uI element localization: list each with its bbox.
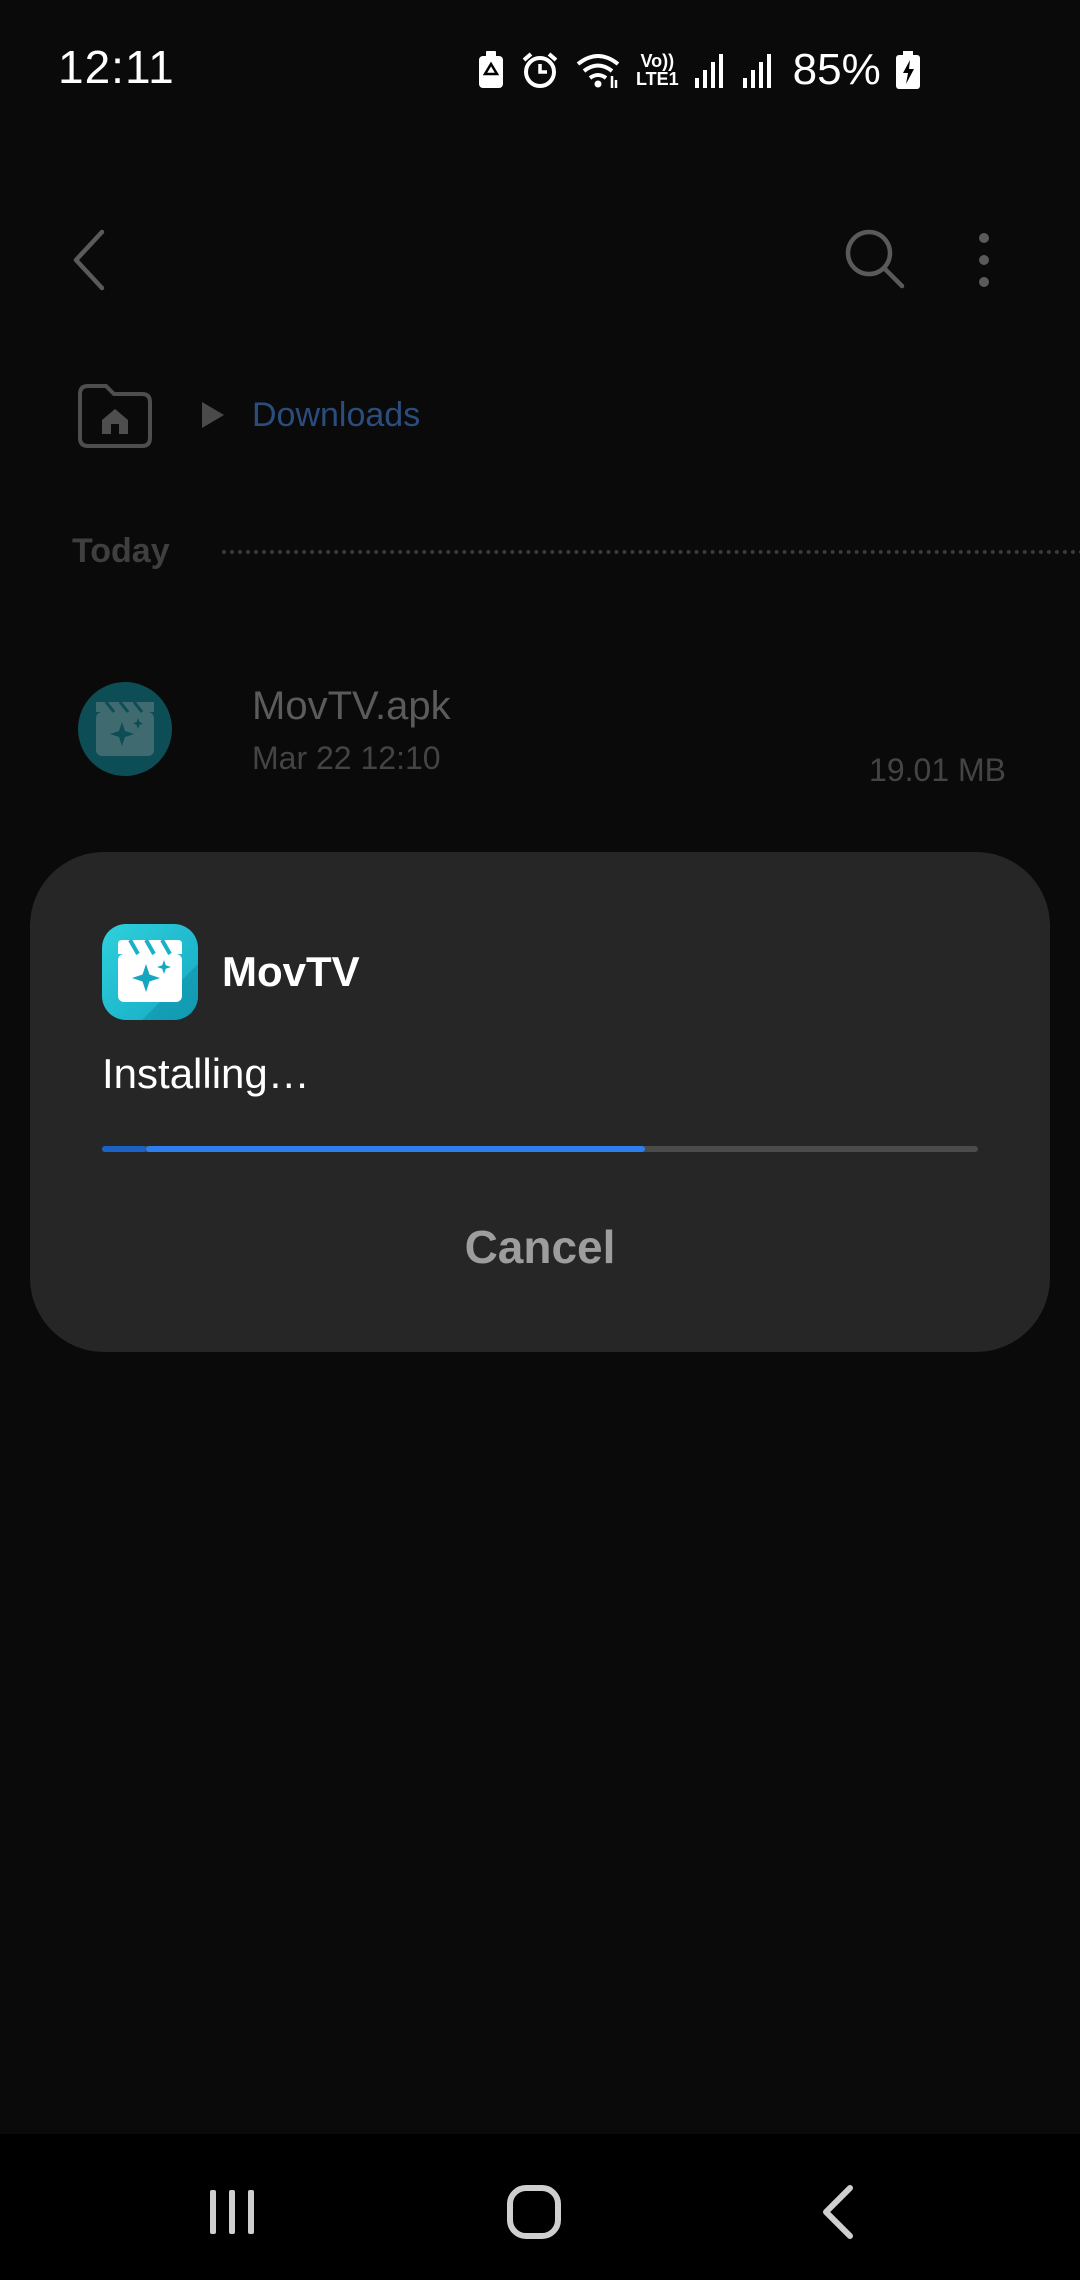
recents-icon[interactable] [204,2184,260,2240]
install-progress-bar [102,1146,978,1152]
home-icon[interactable] [506,2184,562,2240]
movie-clapper-sparkle-icon [102,924,198,1020]
cancel-button[interactable]: Cancel [340,1202,740,1292]
status-icons: Vo)) LTE1 85% [476,44,921,96]
alarm-icon [520,50,560,90]
volte-bottom-label: LTE1 [636,69,679,89]
search-icon[interactable] [842,226,908,292]
screen: 12:11 Vo)) LTE1 85% Downloads Today MovT… [0,0,1080,2280]
more-options-icon[interactable] [966,230,1002,290]
volte-top-label: Vo)) [640,51,675,71]
file-date: Mar 22 12:10 [252,740,441,776]
play-arrow-icon [198,400,228,430]
battery-saver-icon [476,50,506,90]
section-label: Today [72,532,170,570]
dialog-app-name: MovTV [222,948,360,995]
volte-icon: Vo)) LTE1 [636,52,679,88]
back-arrow-icon[interactable] [62,228,122,292]
progress-fill [145,1146,646,1152]
progress-secondary [102,1146,146,1152]
wifi-icon [574,50,622,90]
install-dialog: MovTV Installing… Cancel [30,852,1050,1352]
home-folder-icon[interactable] [76,380,154,450]
file-list-item[interactable]: MovTV.apk Mar 22 12:10 19.01 MB [0,660,1080,800]
section-header: Today [72,528,1080,578]
signal-icon [741,50,775,90]
movie-clapper-icon [78,682,172,776]
back-icon[interactable] [818,2184,858,2240]
navigation-bar [0,2134,1080,2280]
section-divider [222,550,1080,554]
file-size: 19.01 MB [869,752,1006,788]
status-time: 12:11 [58,41,175,93]
breadcrumb: Downloads [76,380,976,450]
file-name: MovTV.apk [252,684,451,728]
breadcrumb-downloads[interactable]: Downloads [252,396,420,435]
battery-percent: 85% [792,45,881,94]
app-bar [0,200,1080,320]
status-bar: 12:11 Vo)) LTE1 85% [0,0,1080,140]
signal-icon [693,50,727,90]
battery-charging-icon [895,50,921,90]
dialog-status: Installing… [102,1050,310,1097]
